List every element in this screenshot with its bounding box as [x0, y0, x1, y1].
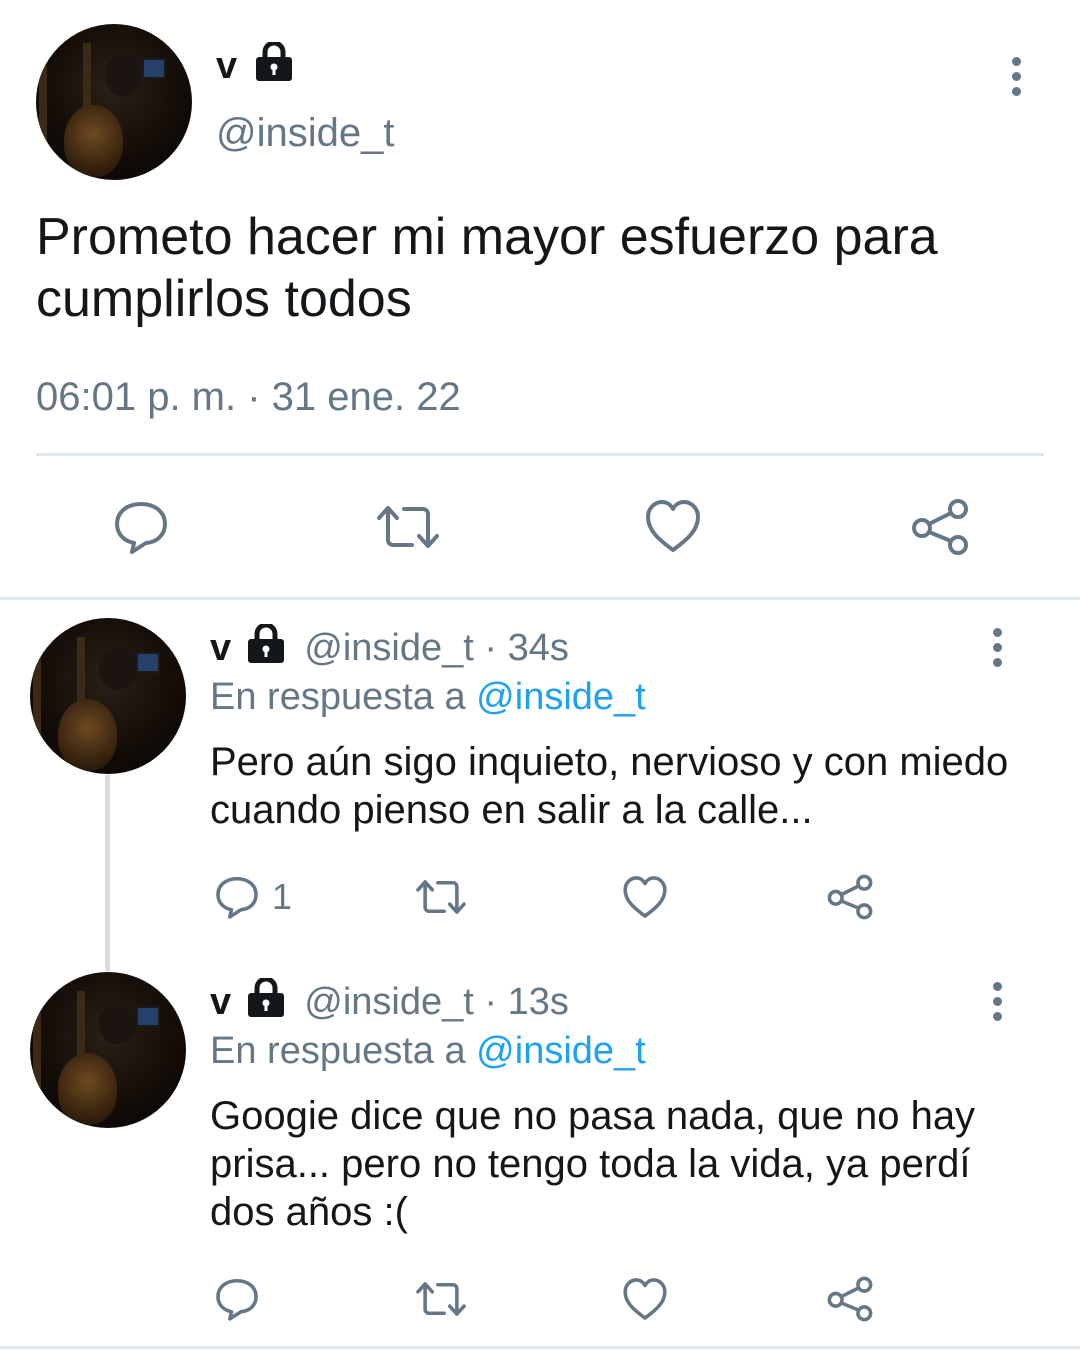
reply-count: 1 — [272, 876, 293, 917]
retweet-button[interactable] — [374, 498, 442, 556]
reply-button[interactable] — [214, 1276, 260, 1322]
tweet-text: Pero aún sigo inquieto, nervioso y con m… — [210, 740, 1009, 832]
tweet-text: Googie dice que no pasa nada, que no hay… — [210, 1094, 976, 1234]
reply-icon — [216, 876, 258, 919]
display-name[interactable]: v — [210, 981, 231, 1023]
share-button[interactable] — [826, 874, 874, 920]
section-divider — [0, 597, 1080, 600]
like-icon — [646, 500, 700, 552]
retweet-icon — [377, 506, 439, 548]
handle[interactable]: @inside_t — [304, 981, 474, 1023]
share-icon — [912, 499, 968, 555]
avatar[interactable] — [30, 618, 186, 774]
lock-icon — [247, 978, 284, 1017]
lock-icon — [255, 42, 292, 81]
reply-button[interactable]: 1 — [214, 874, 292, 920]
like-button[interactable] — [622, 1276, 668, 1322]
retweet-icon — [416, 1282, 466, 1316]
reply-prefix: En respuesta a — [210, 676, 466, 718]
like-button[interactable] — [644, 498, 702, 554]
like-icon — [623, 876, 667, 918]
reply-prefix: En respuesta a — [210, 1030, 466, 1072]
bottom-divider — [0, 1346, 1080, 1349]
reply-icon — [216, 1278, 258, 1321]
reply-icon — [115, 502, 167, 554]
retweet-button[interactable] — [414, 1276, 468, 1322]
handle[interactable]: @inside_t — [216, 108, 394, 158]
more-options-icon[interactable] — [1012, 57, 1022, 102]
reply-button[interactable] — [112, 498, 170, 556]
share-button[interactable] — [826, 1276, 874, 1322]
retweet-button[interactable] — [414, 874, 468, 920]
share-icon — [827, 1276, 873, 1322]
reply-to-link[interactable]: @inside_t — [476, 1030, 646, 1072]
display-name[interactable]: v — [210, 627, 231, 669]
like-button[interactable] — [622, 874, 668, 920]
handle[interactable]: @inside_t — [304, 627, 474, 669]
divider — [36, 453, 1044, 456]
avatar[interactable] — [36, 24, 192, 180]
tweet-time: · 34s — [484, 627, 569, 669]
more-options-icon[interactable] — [993, 982, 1003, 1027]
retweet-icon — [416, 880, 466, 914]
tweet-time: · 13s — [484, 981, 569, 1023]
reply-to-link[interactable]: @inside_t — [476, 676, 646, 718]
share-button[interactable] — [910, 498, 970, 556]
more-options-icon[interactable] — [993, 628, 1003, 673]
share-icon — [827, 874, 873, 920]
tweet-text: Prometo hacer mi mayor esfuerzo para cum… — [36, 208, 938, 328]
avatar[interactable] — [30, 972, 186, 1128]
display-name[interactable]: v — [216, 45, 237, 87]
thread-line — [105, 775, 110, 971]
tweet-timestamp[interactable]: 06:01 p. m. · 31 ene. 22 — [36, 372, 461, 422]
lock-icon — [247, 624, 284, 663]
like-icon — [623, 1278, 667, 1320]
